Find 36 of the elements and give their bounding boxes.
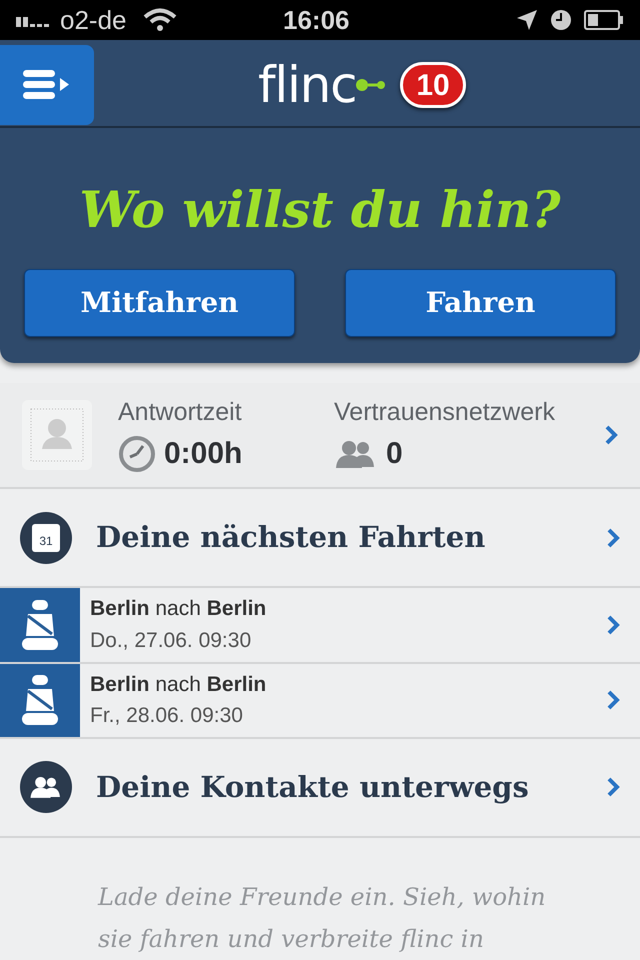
clock-time: 16:06 bbox=[283, 4, 350, 36]
action-button[interactable]: Fahren bbox=[345, 269, 616, 337]
invite-text: Lade deine Freunde ein. Sieh, wohin sie fahren und verbreite flinc in bbox=[96, 882, 547, 955]
hero-heading: Wo willst du hin? bbox=[78, 179, 562, 241]
car-seat-icon bbox=[22, 675, 58, 726]
ride-date: Do., 27.06. 09:30 bbox=[90, 628, 252, 654]
chevron-right-icon bbox=[606, 776, 620, 798]
chevron-right-icon bbox=[606, 614, 620, 636]
ride-route: Berlin nach Berlin bbox=[90, 672, 266, 698]
calendar-icon: 31 bbox=[20, 512, 72, 564]
chevron-right-icon bbox=[604, 424, 618, 446]
section-title: Deine Kontakte unterwegs bbox=[96, 768, 529, 806]
menu-icon bbox=[23, 70, 71, 100]
notification-badge[interactable]: 10 bbox=[400, 62, 466, 108]
action-button[interactable]: Mitfahren bbox=[24, 269, 295, 337]
avatar-placeholder bbox=[22, 400, 92, 470]
stat-value: 0 bbox=[386, 436, 403, 472]
ride-route: Berlin nach Berlin bbox=[90, 596, 266, 622]
battery-icon bbox=[584, 10, 624, 30]
ride-row[interactable]: Berlin nach Berlin Do., 27.06. 09:30 bbox=[0, 588, 640, 664]
stat-value: 0:00h bbox=[164, 436, 242, 472]
clock-icon bbox=[118, 434, 156, 473]
chevron-right-icon bbox=[606, 689, 620, 712]
carrier-name: o2-de bbox=[60, 4, 126, 36]
chevron-right-icon bbox=[606, 526, 620, 549]
stat-label: Vertrauensnetzwerk bbox=[334, 396, 555, 428]
ride-date: Fr., 28.06. 09:30 bbox=[90, 703, 244, 730]
car-seat-icon bbox=[22, 600, 58, 650]
wifi-icon bbox=[142, 8, 176, 32]
alarm-clock-icon bbox=[550, 9, 572, 31]
section-title: Deine nächsten Fahrten bbox=[96, 518, 486, 556]
stat-label: Antwortzeit bbox=[118, 396, 243, 428]
app-logo: flinc bbox=[258, 60, 386, 110]
location-arrow-icon bbox=[516, 9, 538, 31]
menu-button[interactable] bbox=[0, 45, 94, 125]
ride-row[interactable]: Berlin nach Berlin Fr., 28.06. 09:30 bbox=[0, 664, 640, 739]
